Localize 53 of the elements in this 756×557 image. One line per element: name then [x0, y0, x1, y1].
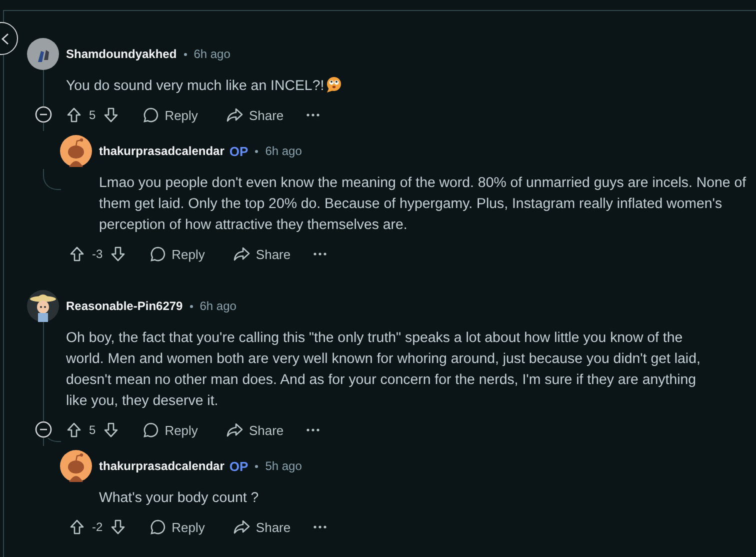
vote-score: 5 [89, 423, 96, 437]
share-button[interactable]: Share [224, 511, 299, 543]
speech-bubble-icon [142, 107, 159, 123]
op-label: OP [229, 144, 248, 158]
upvote-icon[interactable] [69, 246, 85, 262]
comment-text: You do sound very much like an INCEL?! [66, 76, 716, 97]
chevron-left-icon [1, 32, 9, 44]
more-options-icon[interactable] [312, 252, 327, 256]
timestamp: 6h ago [200, 299, 236, 313]
vote-score: -3 [92, 247, 103, 261]
share-button[interactable]: Share [218, 99, 292, 131]
thread-connector [43, 169, 61, 190]
comment-text: Oh boy, the fact that you're calling this "the only truth" speaks a lot about how little you know of the world. Men and women both are very well known for whoring around, just because you didn't get laid, doesn't mean no other man does. And as for your concern for the nerds, I'm sure if they are anything like you, they deserve it. [66, 329, 702, 411]
reply-button[interactable]: Reply [134, 99, 206, 131]
downvote-icon[interactable] [110, 519, 126, 535]
share-arrow-icon [232, 519, 250, 535]
timestamp: 5h ago [265, 459, 302, 473]
upvote-icon[interactable] [66, 422, 82, 438]
speech-bubble-icon [150, 519, 166, 535]
vote-score: 5 [89, 108, 96, 122]
share-arrow-icon [226, 107, 243, 123]
avatar-snoo-icon [60, 135, 92, 167]
avatar-snoo-icon [60, 450, 92, 482]
speech-bubble-icon [142, 422, 159, 438]
timestamp: 6h ago [265, 144, 302, 158]
downvote-icon[interactable] [102, 107, 119, 123]
speech-bubble-icon [150, 246, 166, 262]
timestamp: 6h ago [194, 47, 230, 61]
reply-button[interactable]: Reply [142, 238, 213, 270]
comment-text: What's your body count ? [99, 489, 260, 508]
more-options-icon[interactable] [306, 428, 320, 432]
downvote-icon[interactable] [102, 422, 119, 438]
share-arrow-icon [232, 246, 250, 262]
upvote-icon[interactable] [66, 107, 82, 123]
share-arrow-icon [226, 422, 243, 438]
reply-button[interactable]: Reply [142, 511, 213, 543]
share-button[interactable]: Share [224, 238, 299, 270]
avatar-cartoon-icon [27, 290, 59, 322]
collapse-icon[interactable] [34, 106, 52, 122]
username[interactable]: thakurprasadcalendar [99, 459, 224, 473]
vote-score: -2 [92, 520, 103, 534]
share-button[interactable]: Share [218, 414, 292, 446]
more-options-icon[interactable] [312, 525, 327, 529]
more-options-icon[interactable] [306, 113, 320, 117]
collapse-icon[interactable] [34, 420, 52, 438]
downvote-icon[interactable] [110, 246, 126, 262]
upvote-icon[interactable] [69, 519, 85, 535]
username[interactable]: Reasonable-Pin6279 [66, 299, 183, 313]
comment-text: Lmao you people don't even know the meaning of the word. 80% of unmarried guys are incels. None of them get laid. Only the top 20% do. Because of hypergamy. Plus, Instagram really inflated women's perception of how attractive they themselves are. [99, 174, 748, 235]
reply-button[interactable]: Reply [134, 414, 206, 446]
op-label: OP [229, 458, 248, 474]
username[interactable]: Shamdoundyakhed [66, 47, 177, 61]
username[interactable]: thakurprasadcalendar [99, 144, 224, 158]
